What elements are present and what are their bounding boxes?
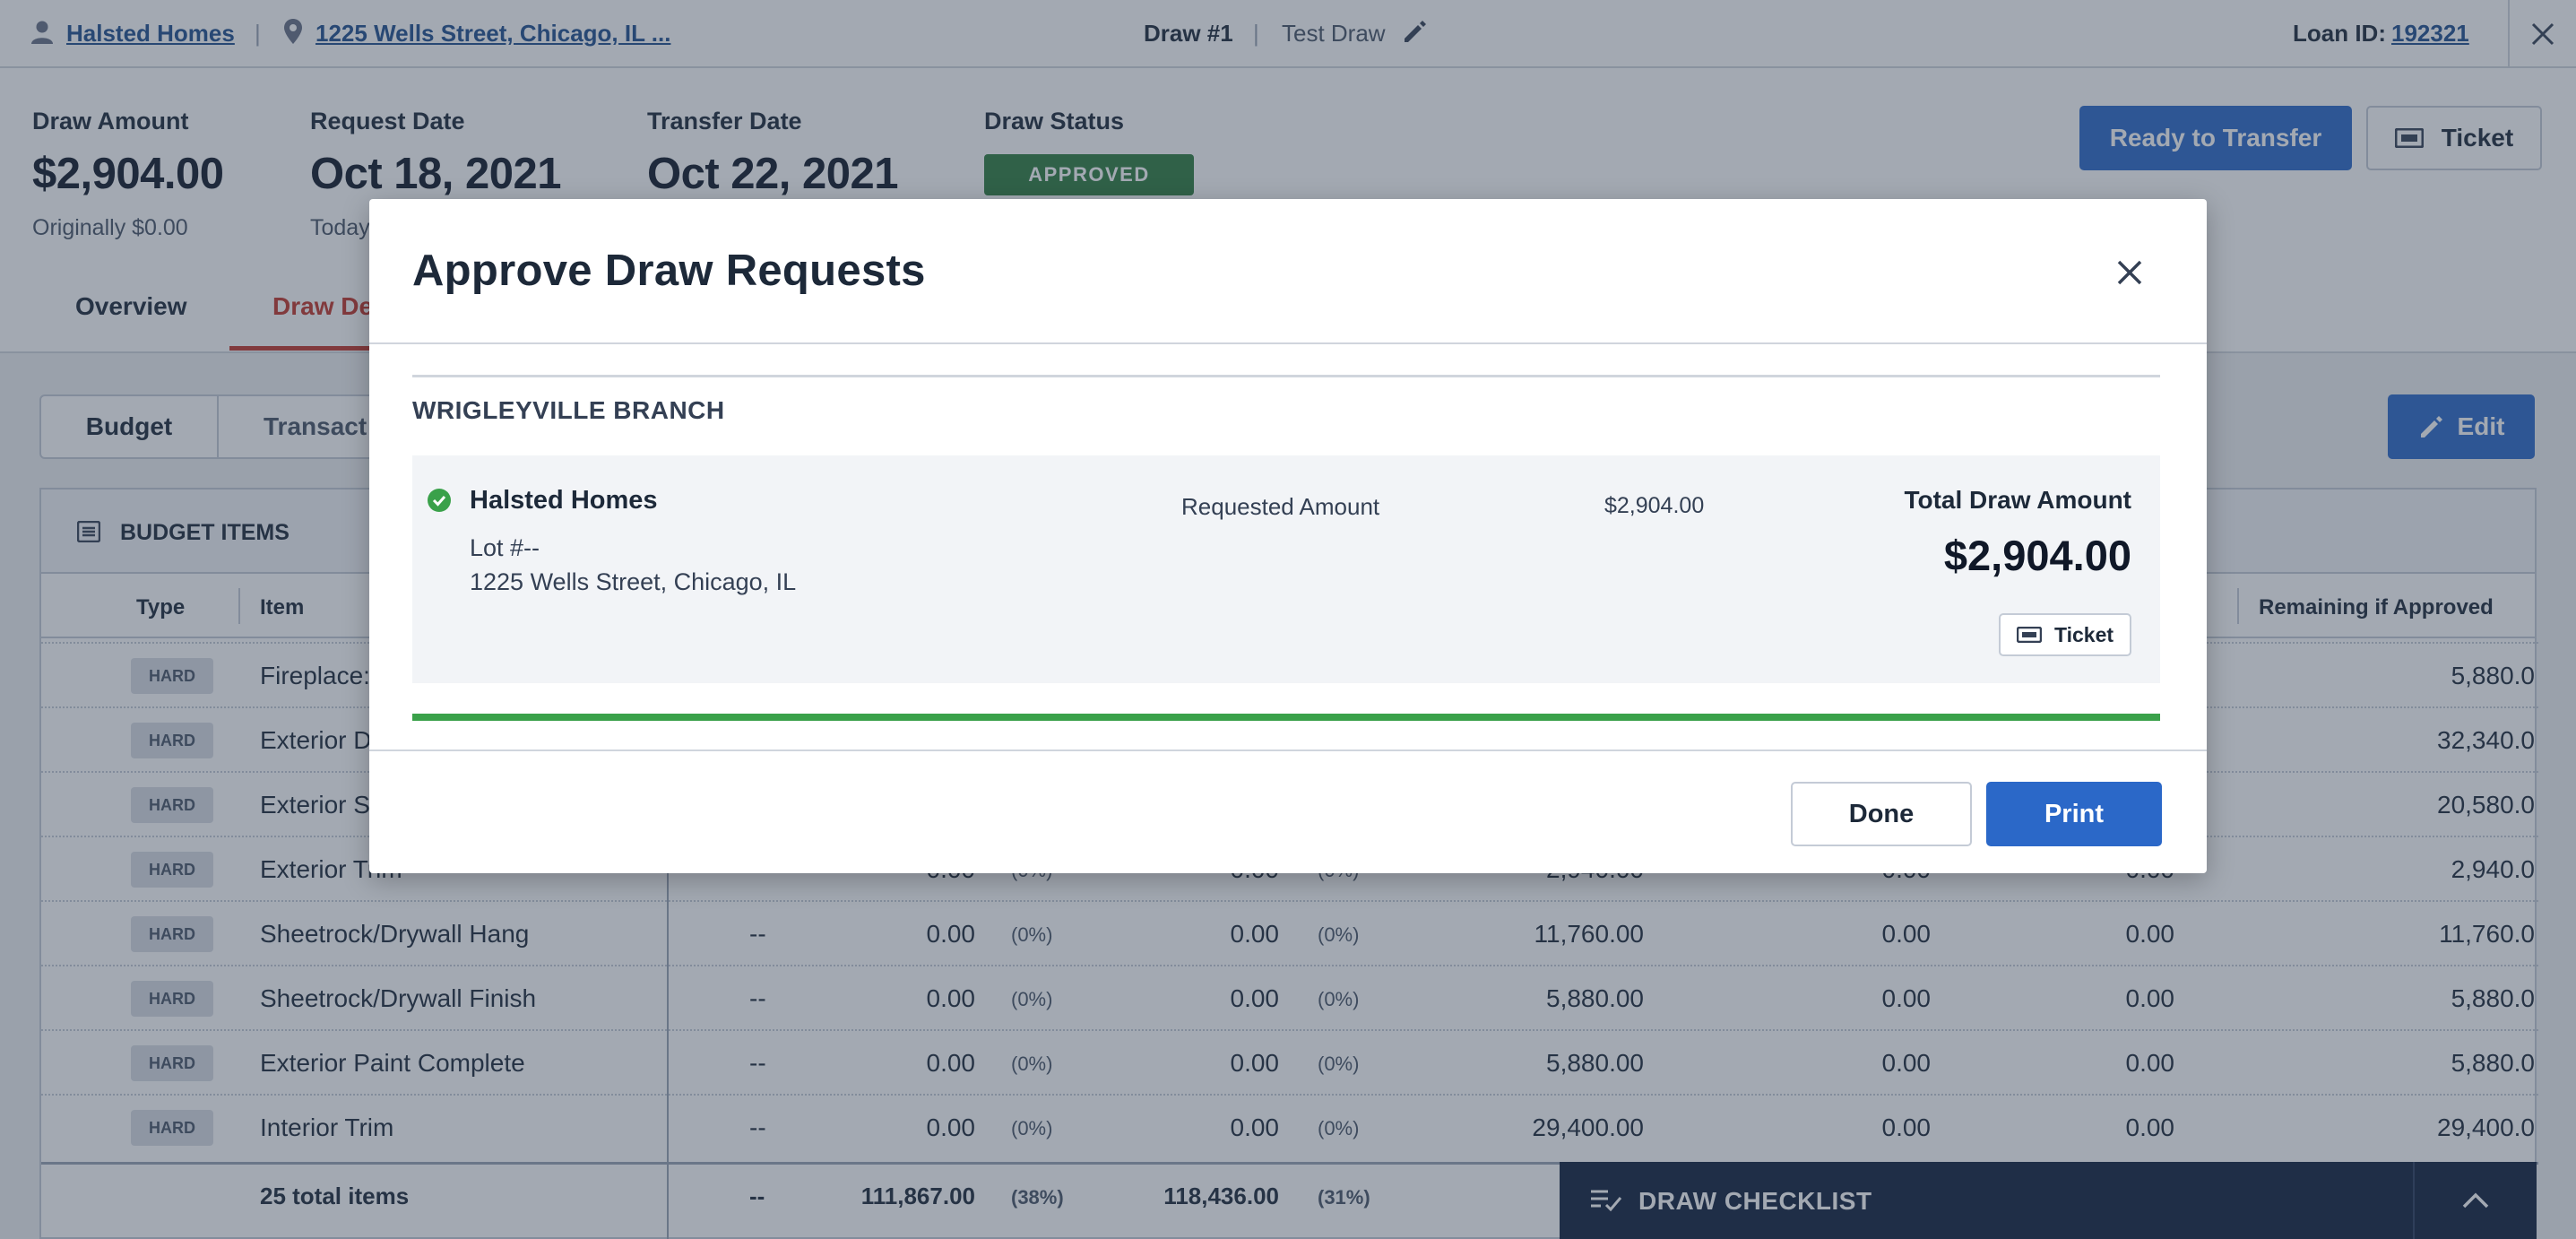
requested-amount-label: Requested Amount	[1181, 493, 1380, 520]
card-ticket-button[interactable]: Ticket	[1999, 613, 2131, 656]
total-draw-amount-label: Total Draw Amount	[1904, 486, 2131, 514]
approve-draw-modal: Approve Draw Requests WRIGLEYVILLE BRANC…	[369, 199, 2207, 873]
approval-progress-bar	[412, 714, 2160, 721]
card-ticket-label: Ticket	[2053, 622, 2114, 646]
divider	[412, 375, 2160, 377]
check-circle-icon	[427, 488, 452, 519]
close-icon	[2117, 260, 2142, 285]
draw-request-card: Halsted Homes Lot #-- 1225 Wells Street,…	[412, 455, 2160, 683]
branch-label: WRIGLEYVILLE BRANCH	[412, 396, 725, 424]
card-borrower: Halsted Homes	[470, 486, 658, 515]
modal-divider	[369, 342, 2207, 344]
modal-close-button[interactable]	[2112, 255, 2148, 290]
modal-title: Approve Draw Requests	[412, 247, 926, 295]
modal-footer-divider	[369, 749, 2207, 751]
requested-amount-value: $2,904.00	[1604, 493, 1705, 518]
total-draw-amount-value: $2,904.00	[1943, 532, 2131, 579]
print-button[interactable]: Print	[1986, 782, 2162, 846]
card-lot: Lot #--	[470, 534, 540, 561]
ticket-icon	[2016, 627, 2042, 643]
card-address: 1225 Wells Street, Chicago, IL	[470, 568, 797, 595]
done-button[interactable]: Done	[1791, 782, 1972, 846]
